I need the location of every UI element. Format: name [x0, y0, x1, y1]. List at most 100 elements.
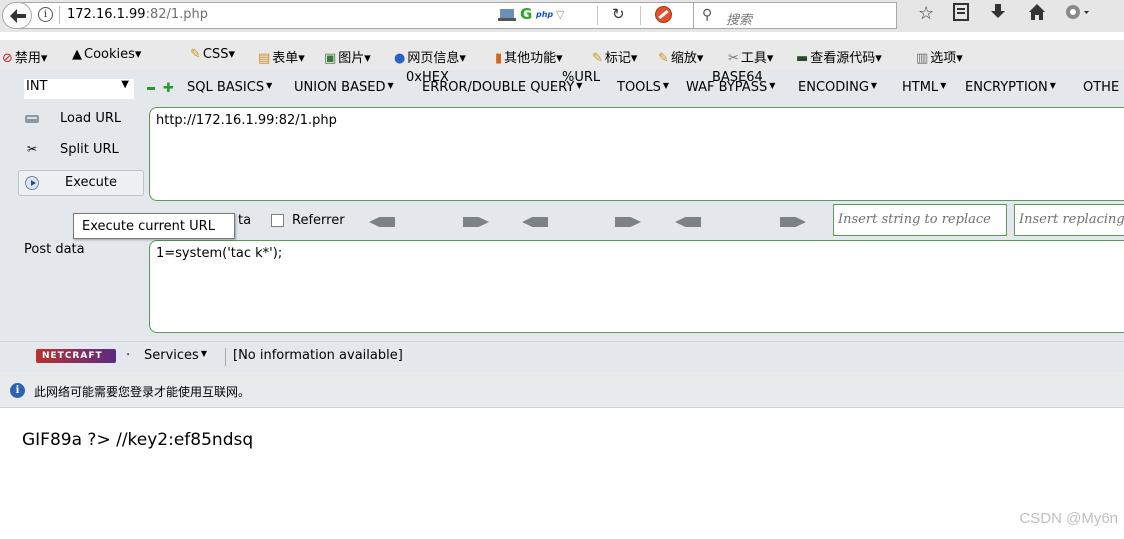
- chevron-down-icon: ▼: [387, 81, 394, 90]
- bookmarks-list-icon[interactable]: [953, 3, 969, 26]
- outline-menu[interactable]: ✎ 标记▾: [592, 47, 637, 66]
- addon-toolbar: ⊘ 禁用▾ ▲ Cookies▾ ✎ CSS▾ ▤ 表单▾ ▣ 图片▾ ● 网页信息▾ ▮ 其…: [0, 40, 1124, 70]
- chevron-down-icon: ▼: [940, 81, 947, 90]
- info-icon: ●: [394, 51, 406, 66]
- url-textarea[interactable]: http://172.16.1.99:82/1.php: [149, 107, 1124, 201]
- images-menu[interactable]: ▣ 图片▾: [324, 47, 371, 66]
- tools-menu[interactable]: ✂ 工具▾: [728, 47, 773, 66]
- menu-sql-basics[interactable]: SQL BASICS ▼: [187, 80, 272, 95]
- post-data-checkbox-label: ta: [238, 213, 252, 228]
- tools-icon: ✂: [728, 51, 739, 66]
- post-data-label: Post data: [24, 242, 85, 257]
- disable-menu[interactable]: ⊘ 禁用▾: [2, 47, 47, 66]
- menu-html[interactable]: HTML ▼: [902, 80, 946, 95]
- reload-icon[interactable]: ↻: [612, 5, 625, 25]
- replace-string-input[interactable]: Insert string to replace: [833, 204, 1007, 236]
- page-info-menu[interactable]: ● 网页信息▾: [394, 47, 466, 66]
- chevron-down-icon: ▼: [266, 81, 273, 90]
- execute-tooltip: Execute current URL: [73, 213, 235, 239]
- dropdown-arrow-icon[interactable]: ▽: [556, 8, 564, 28]
- g-addon-icon[interactable]: G: [520, 5, 532, 25]
- php-badge: php: [536, 10, 554, 19]
- play-icon: [25, 176, 39, 190]
- menu-tools[interactable]: TOOLS ▼: [617, 80, 669, 95]
- image-icon: ▣: [324, 51, 337, 66]
- urlenc-label: %URL: [562, 70, 601, 85]
- navigation-bar: i 172.16.1.99:82/1.php G php ▽ ↻ ⚲ 搜索 ☆: [0, 0, 1124, 32]
- search-icon: ⚲: [702, 7, 713, 23]
- disable-icon: ⊘: [2, 51, 13, 66]
- block-icon[interactable]: [655, 6, 672, 23]
- execute-button[interactable]: Execute: [18, 170, 144, 196]
- menu-encryption[interactable]: ENCRYPTION ▼: [965, 80, 1056, 95]
- menu-union-based[interactable]: UNION BASED ▼: [294, 80, 394, 95]
- load-url-label: Load URL: [60, 111, 122, 126]
- hex-label: 0xHEX: [406, 70, 449, 85]
- form-icon: ▤: [258, 51, 271, 66]
- scissors-icon: ✂: [26, 142, 38, 156]
- chevron-down-icon: ▼: [662, 81, 670, 90]
- bookmark-star-icon[interactable]: ☆: [918, 3, 934, 24]
- view-source-menu[interactable]: ▬ 查看源代码▾: [796, 47, 882, 66]
- split-url-label: Split URL: [60, 142, 119, 157]
- menu-other[interactable]: OTHE: [1083, 80, 1119, 95]
- css-menu[interactable]: ✎ CSS▾: [190, 47, 235, 62]
- referrer-label: Referrer: [292, 213, 345, 228]
- separator: [640, 6, 641, 25]
- split-url-button[interactable]: ✂ Split URL: [18, 138, 144, 164]
- download-icon[interactable]: [990, 3, 1006, 26]
- resize-menu[interactable]: ✎ 缩放▾: [658, 47, 703, 66]
- post-data-value: 1=system('tac k*');: [156, 246, 283, 261]
- misc-menu[interactable]: ▮ 其他功能▾: [495, 47, 563, 66]
- netcraft-info: [No information available]: [233, 348, 403, 363]
- options-menu[interactable]: ▥ 选项▾: [916, 47, 963, 66]
- base64-encode-arrow[interactable]: [780, 217, 806, 227]
- netcraft-toolbar: NETCRAFT · Services ▼ [No information ava…: [0, 341, 1124, 371]
- notification-text: 此网络可能需要您登录才能使用互联网。: [34, 385, 251, 399]
- menu-encoding[interactable]: ENCODING ▼: [798, 80, 877, 95]
- load-url-button[interactable]: Load URL: [18, 107, 144, 133]
- url-separator: [59, 6, 60, 24]
- back-arrow-icon: [10, 9, 26, 23]
- addon-menu-icon[interactable]: [1064, 3, 1090, 26]
- search-box[interactable]: ⚲ 搜索: [693, 2, 897, 29]
- source-icon: ▬: [796, 51, 809, 66]
- options-icon: ▥: [916, 51, 929, 66]
- load-url-icon: [24, 111, 40, 127]
- chevron-down-icon: ▼: [769, 81, 776, 90]
- base64-label: BASE64: [712, 70, 763, 85]
- chevron-down-icon: ▼: [1049, 81, 1056, 90]
- referrer-checkbox[interactable]: [271, 214, 284, 227]
- reader-icon[interactable]: [498, 7, 516, 27]
- services-menu[interactable]: Services ▼: [144, 348, 207, 363]
- back-button[interactable]: [2, 2, 32, 29]
- type-select-value: INT: [26, 79, 48, 94]
- info-icon: i: [10, 383, 25, 398]
- hex-decode-arrow[interactable]: [369, 217, 395, 227]
- url-host: 172.16.1.99: [67, 7, 146, 22]
- watermark: CSDN @My6n: [1019, 510, 1118, 527]
- notification-bar[interactable]: i 此网络可能需要您登录才能使用互联网。: [0, 372, 1124, 408]
- netcraft-logo[interactable]: NETCRAFT: [36, 349, 116, 363]
- hex-encode-arrow[interactable]: [463, 217, 489, 227]
- separator: [225, 348, 226, 366]
- minus-icon[interactable]: [147, 87, 155, 90]
- type-select[interactable]: INT ▼: [24, 79, 134, 99]
- chevron-down-icon: ▼: [121, 79, 129, 90]
- misc-icon: ▮: [495, 51, 503, 66]
- url-text[interactable]: 172.16.1.99:82/1.php: [67, 7, 208, 22]
- cookies-menu[interactable]: ▲ Cookies▾: [72, 47, 141, 62]
- site-info-icon[interactable]: i: [38, 7, 53, 22]
- url-path: :82/1.php: [145, 7, 209, 22]
- post-data-textarea[interactable]: 1=system('tac k*');: [149, 240, 1124, 333]
- base64-decode-arrow[interactable]: [675, 217, 701, 227]
- replacing-string-input[interactable]: Insert replacing: [1014, 204, 1124, 236]
- url-decode-arrow[interactable]: [522, 217, 548, 227]
- url-textarea-value: http://172.16.1.99:82/1.php: [156, 113, 337, 128]
- plus-icon[interactable]: ✚: [163, 81, 174, 96]
- pencil-icon: ✎: [190, 47, 201, 62]
- url-encode-arrow[interactable]: [615, 217, 641, 227]
- home-icon[interactable]: [1028, 3, 1046, 26]
- chevron-down-icon: ▼: [870, 81, 878, 90]
- forms-menu[interactable]: ▤ 表单▾: [258, 47, 305, 66]
